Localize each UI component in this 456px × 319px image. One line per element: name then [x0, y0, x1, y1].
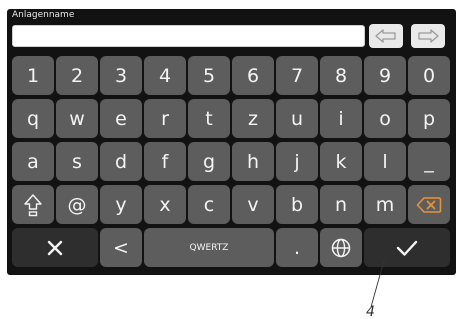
- shift-icon: [24, 193, 42, 216]
- layout-qwertz-key[interactable]: QWERTZ: [144, 228, 274, 267]
- key-o[interactable]: o: [364, 99, 406, 138]
- key-v[interactable]: v: [232, 185, 274, 224]
- callout-number: 4: [366, 304, 375, 319]
- cancel-button[interactable]: [12, 228, 98, 267]
- key-d[interactable]: d: [100, 142, 142, 181]
- globe-icon: [331, 238, 351, 257]
- confirm-button[interactable]: [364, 228, 450, 267]
- key-0[interactable]: 0: [408, 56, 450, 95]
- key-j[interactable]: j: [276, 142, 318, 181]
- backspace-key[interactable]: [408, 185, 450, 224]
- key-m[interactable]: m: [364, 185, 406, 224]
- key-5[interactable]: 5: [188, 56, 230, 95]
- key-at[interactable]: @: [56, 185, 98, 224]
- key-r[interactable]: r: [144, 99, 186, 138]
- key-b[interactable]: b: [276, 185, 318, 224]
- key-l[interactable]: l: [364, 142, 406, 181]
- cursor-right-button[interactable]: [411, 24, 445, 48]
- arrow-left-outline-icon: [375, 29, 396, 43]
- key-n[interactable]: n: [320, 185, 362, 224]
- key-z[interactable]: z: [232, 99, 274, 138]
- key-x[interactable]: x: [144, 185, 186, 224]
- key-8[interactable]: 8: [320, 56, 362, 95]
- key-2[interactable]: 2: [56, 56, 98, 95]
- key-a[interactable]: a: [12, 142, 54, 181]
- key-4[interactable]: 4: [144, 56, 186, 95]
- key-i[interactable]: i: [320, 99, 362, 138]
- key-t[interactable]: t: [188, 99, 230, 138]
- key-underscore[interactable]: _: [408, 142, 450, 181]
- key-q[interactable]: q: [12, 99, 54, 138]
- key-1[interactable]: 1: [12, 56, 54, 95]
- key-c[interactable]: c: [188, 185, 230, 224]
- field-label: Anlagenname: [12, 10, 75, 20]
- key-f[interactable]: f: [144, 142, 186, 181]
- key-e[interactable]: e: [100, 99, 142, 138]
- close-icon: [47, 240, 63, 255]
- key-h[interactable]: h: [232, 142, 274, 181]
- backspace-icon: [416, 196, 442, 213]
- shift-key[interactable]: [12, 185, 54, 224]
- checkmark-icon: [396, 240, 418, 256]
- keyboard-panel: Anlagenname 1 2 3 4 5 6 7 8 9 0 q w e r …: [7, 9, 456, 275]
- language-key[interactable]: [320, 228, 362, 267]
- key-3[interactable]: 3: [100, 56, 142, 95]
- arrow-right-outline-icon: [418, 29, 439, 43]
- key-u[interactable]: u: [276, 99, 318, 138]
- key-k[interactable]: k: [320, 142, 362, 181]
- key-9[interactable]: 9: [364, 56, 406, 95]
- key-w[interactable]: w: [56, 99, 98, 138]
- key-less-than[interactable]: <: [100, 228, 142, 267]
- cursor-left-button[interactable]: [369, 24, 403, 48]
- key-y[interactable]: y: [100, 185, 142, 224]
- system-name-input[interactable]: [12, 25, 365, 47]
- key-s[interactable]: s: [56, 142, 98, 181]
- key-6[interactable]: 6: [232, 56, 274, 95]
- key-7[interactable]: 7: [276, 56, 318, 95]
- key-p[interactable]: p: [408, 99, 450, 138]
- key-dot[interactable]: .: [276, 228, 318, 267]
- key-g[interactable]: g: [188, 142, 230, 181]
